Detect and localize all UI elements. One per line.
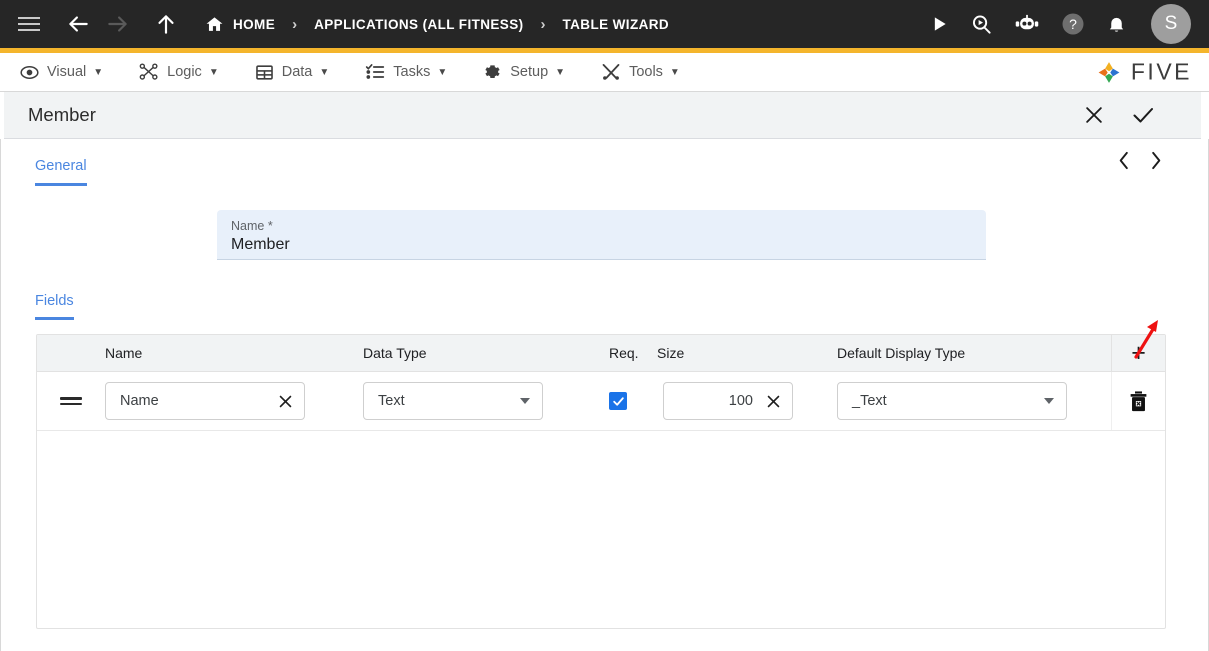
column-header-required: Req. — [609, 345, 639, 361]
gear-icon — [483, 63, 502, 82]
field-required-checkbox[interactable] — [609, 392, 627, 410]
robot-icon[interactable] — [1014, 14, 1040, 34]
menu-item-setup[interactable]: Setup ▼ — [483, 63, 565, 82]
menu-icon[interactable] — [18, 16, 40, 32]
fields-tab-row: Fields — [5, 260, 1200, 320]
run-icon[interactable] — [929, 14, 949, 34]
breadcrumb: HOME › APPLICATIONS (ALL FITNESS) › TABL… — [205, 15, 669, 34]
table-row: Name Text 100 _Text — [37, 372, 1165, 431]
field-data-type-select[interactable]: Text — [363, 382, 543, 420]
add-field-button[interactable]: + — [1111, 335, 1165, 372]
pinwheel-icon — [1098, 61, 1120, 83]
chevron-down-icon — [1044, 398, 1054, 404]
chevron-down-icon — [520, 398, 530, 404]
column-header-size: Size — [657, 345, 685, 361]
field-default-display-type-value: _Text — [852, 393, 887, 409]
field-data-type-cell: Text — [363, 382, 609, 420]
forward-arrow-icon[interactable] — [103, 9, 133, 39]
column-header-name: Name — [105, 345, 143, 361]
field-data-type-value: Text — [378, 393, 405, 409]
record-navigation — [1118, 151, 1162, 170]
plus-icon: + — [1131, 338, 1146, 367]
name-field-wrapper: Name * Member — [217, 210, 986, 260]
app-root: HOME › APPLICATIONS (ALL FITNESS) › TABL… — [0, 0, 1209, 651]
field-size-cell: 100 — [657, 382, 837, 420]
field-name-cell: Name — [105, 382, 363, 420]
application-menu-bar: Visual ▼ Logic ▼ Data ▼ Tasks ▼ Setup ▼ … — [0, 53, 1209, 92]
five-brand-logo: FIVE — [1096, 59, 1192, 86]
help-icon[interactable]: ? — [1061, 12, 1085, 36]
notifications-icon[interactable] — [1106, 13, 1127, 35]
brand-name: FIVE — [1130, 58, 1192, 85]
check-icon[interactable] — [1131, 103, 1155, 127]
menu-item-tasks[interactable]: Tasks ▼ — [365, 62, 447, 82]
previous-record-icon[interactable] — [1118, 151, 1130, 170]
next-record-icon[interactable] — [1150, 151, 1162, 170]
general-tab-row: General — [5, 139, 1200, 359]
content-area: General Name * Member Fields Name Data T… — [0, 139, 1209, 651]
column-header-default-display-type: Default Display Type — [837, 345, 966, 361]
fields-table: Name Data Type Req. Size Default Display… — [36, 334, 1166, 629]
tools-icon — [601, 62, 621, 82]
name-input-value: Member — [231, 236, 290, 253]
tab-fields[interactable]: Fields — [35, 293, 74, 320]
field-default-display-type-select[interactable]: _Text — [837, 382, 1067, 420]
breadcrumb-separator-icon: › — [540, 15, 546, 33]
breadcrumb-home[interactable]: HOME — [233, 17, 275, 32]
chevron-down-icon: ▼ — [437, 66, 448, 78]
back-arrow-icon[interactable] — [63, 9, 93, 39]
field-size-value: 100 — [728, 393, 753, 409]
delete-row-button[interactable] — [1111, 372, 1165, 430]
name-input-label: Name * — [231, 219, 273, 233]
menu-label: Visual — [47, 64, 87, 80]
chevron-down-icon: ▼ — [669, 66, 680, 78]
table-grid-icon — [255, 63, 274, 82]
close-icon[interactable] — [1083, 104, 1105, 126]
menu-item-tools[interactable]: Tools ▼ — [601, 62, 680, 82]
home-icon[interactable] — [205, 15, 224, 34]
chevron-down-icon: ▼ — [555, 66, 566, 78]
clear-icon[interactable] — [761, 393, 782, 410]
field-name-input[interactable]: Name — [105, 382, 305, 420]
menu-label: Tasks — [393, 64, 431, 80]
eye-icon — [20, 63, 39, 82]
up-arrow-icon[interactable] — [151, 9, 181, 39]
menu-item-logic[interactable]: Logic ▼ — [139, 62, 219, 82]
chevron-down-icon: ▼ — [93, 66, 104, 78]
column-header-data-type: Data Type — [363, 345, 427, 361]
field-name-value: Name — [120, 393, 159, 409]
clear-icon[interactable] — [273, 393, 294, 410]
menu-label: Data — [281, 64, 313, 80]
fields-table-header: Name Data Type Req. Size Default Display… — [37, 335, 1165, 372]
avatar[interactable]: S — [1151, 4, 1191, 44]
checklist-icon — [365, 62, 385, 82]
chevron-down-icon: ▼ — [208, 66, 219, 78]
trash-icon — [1128, 390, 1149, 413]
field-default-display-type-cell: _Text — [837, 382, 1111, 420]
chevron-down-icon: ▼ — [319, 66, 330, 78]
logic-nodes-icon — [139, 62, 159, 82]
search-run-icon[interactable] — [970, 13, 993, 36]
menu-label: Setup — [510, 64, 549, 80]
menu-label: Logic — [167, 64, 202, 80]
page-title: Member — [28, 104, 96, 125]
top-navigation-bar: HOME › APPLICATIONS (ALL FITNESS) › TABL… — [0, 0, 1209, 48]
menu-item-visual[interactable]: Visual ▼ — [20, 63, 103, 82]
breadcrumb-table-wizard[interactable]: TABLE WIZARD — [563, 17, 670, 32]
page-title-bar: Member — [4, 92, 1201, 139]
menu-label: Tools — [629, 64, 663, 80]
page-title-actions — [1083, 103, 1177, 127]
field-size-input[interactable]: 100 — [663, 382, 793, 420]
svg-text:?: ? — [1069, 16, 1077, 32]
topbar-actions: ? S — [929, 4, 1195, 44]
breadcrumb-separator-icon: › — [292, 15, 298, 33]
row-drag-handle-icon[interactable] — [37, 394, 105, 408]
name-input[interactable]: Name * Member — [217, 210, 986, 260]
menu-item-data[interactable]: Data ▼ — [255, 63, 330, 82]
tab-general[interactable]: General — [35, 158, 87, 186]
breadcrumb-applications[interactable]: APPLICATIONS (ALL FITNESS) — [314, 17, 523, 32]
field-required-cell — [609, 392, 657, 410]
